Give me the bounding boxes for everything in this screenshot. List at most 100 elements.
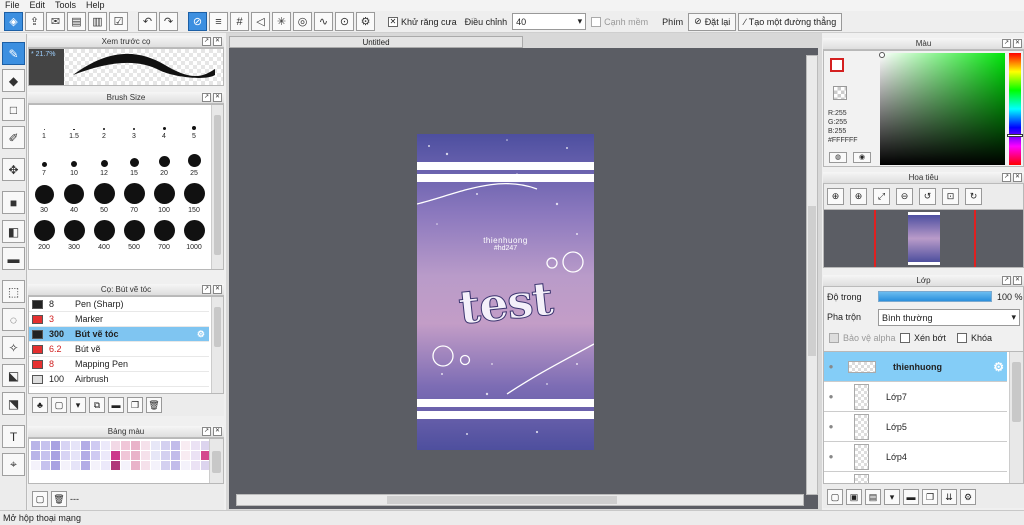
layer-visibility-icon[interactable]: ● — [824, 482, 838, 483]
palette-swatch[interactable] — [171, 451, 180, 460]
hue-slider[interactable] — [1009, 53, 1021, 165]
copy-brush-icon[interactable]: ⧉ — [89, 397, 105, 413]
text-tool-icon[interactable]: T — [2, 425, 25, 448]
gradient-tool-icon[interactable]: ▬ — [2, 247, 25, 270]
lasso-tool-icon[interactable]: ◌ — [2, 308, 25, 331]
brush-tool-icon[interactable]: ✎ — [2, 42, 25, 65]
brush-size-option[interactable]: 5 — [179, 105, 209, 142]
brush-size-option[interactable]: 400 — [89, 216, 119, 253]
canvas-vscrollbar[interactable] — [806, 55, 818, 495]
brush-size-option[interactable]: 30 — [29, 179, 59, 216]
palette-swatch[interactable] — [31, 451, 40, 460]
palette-swatch[interactable] — [51, 441, 60, 450]
detach-icon[interactable]: ↗ — [202, 285, 211, 294]
menu-edit[interactable]: Edit — [25, 0, 51, 11]
soft-edge-checkbox[interactable] — [591, 16, 602, 27]
blend-mode-dropdown[interactable]: Bình thường ▾ — [878, 309, 1020, 326]
layer-settings-icon[interactable]: ⚙ — [960, 489, 976, 505]
brush-list-item[interactable]: 6.2 Bút vẽ — [29, 342, 209, 357]
palette-swatch[interactable] — [71, 451, 80, 460]
color-mode-icon[interactable]: ◍ — [829, 152, 847, 163]
scroll-thumb[interactable] — [1012, 362, 1021, 422]
close-icon[interactable]: ✕ — [213, 285, 222, 294]
color-picker-icon[interactable]: ◉ — [853, 152, 871, 163]
brush-size-option[interactable]: 1.5 — [59, 105, 89, 142]
brush-size-option[interactable]: 300 — [59, 216, 89, 253]
duplicate-icon[interactable]: ❐ — [127, 397, 143, 413]
brush-size-option[interactable]: 50 — [89, 179, 119, 216]
palette-swatch[interactable] — [51, 461, 60, 470]
brush-list-item[interactable]: 8 Mapping Pen — [29, 357, 209, 372]
close-icon[interactable]: ✕ — [213, 427, 222, 436]
canvas-tool-icon[interactable]: ◈ — [4, 12, 23, 31]
pen-tool-icon[interactable]: ✐ — [2, 126, 25, 149]
brush-size-option[interactable]: 70 — [119, 179, 149, 216]
brush-size-option[interactable]: 150 — [179, 179, 209, 216]
navigator-preview[interactable] — [823, 209, 1024, 268]
brush-size-option[interactable]: 7 — [29, 142, 59, 179]
move-tool-icon[interactable]: ✥ — [2, 158, 25, 181]
palette-swatch[interactable] — [131, 461, 140, 470]
palette-scrollbar[interactable] — [209, 439, 223, 483]
palette-swatch[interactable] — [151, 451, 160, 460]
palette-swatch[interactable] — [141, 441, 150, 450]
menu-tools[interactable]: Tools — [50, 0, 81, 11]
palette-swatch[interactable] — [121, 461, 130, 470]
opacity-slider[interactable] — [878, 291, 992, 302]
straight-line-button[interactable]: ∕ Tạo một đường thẳng — [738, 12, 843, 31]
adjust-dropdown[interactable]: 40 ▾ — [512, 13, 587, 30]
palette-swatch[interactable] — [61, 441, 70, 450]
gear-icon[interactable]: ⚙ — [993, 360, 1004, 374]
close-icon[interactable]: ✕ — [1013, 276, 1022, 285]
close-icon[interactable]: ✕ — [1013, 39, 1022, 48]
palette-swatch[interactable] — [31, 441, 40, 450]
gear-icon[interactable]: ⚙ — [197, 329, 205, 340]
palette-swatches[interactable] — [29, 439, 223, 472]
brush-size-option[interactable]: 2 — [89, 105, 119, 142]
brush-size-option[interactable]: 12 — [89, 142, 119, 179]
brush-size-option[interactable]: 4 — [149, 105, 179, 142]
shape-tool-icon[interactable]: □ — [2, 98, 25, 121]
saturation-value-field[interactable] — [880, 53, 1005, 165]
brush-size-option[interactable]: 500 — [119, 216, 149, 253]
zoom-fit-icon[interactable]: ⊕ — [827, 188, 844, 205]
new-layer-icon[interactable]: ▢ — [827, 489, 843, 505]
transparent-swatch[interactable] — [833, 86, 847, 100]
layer-visibility-icon[interactable]: ● — [824, 392, 838, 401]
palette-swatch[interactable] — [41, 451, 50, 460]
brush-menu-icon[interactable]: ▾ — [70, 397, 86, 413]
reset-view-icon[interactable]: ⊡ — [942, 188, 959, 205]
snap-circle-icon[interactable]: ◎ — [293, 12, 312, 31]
layer-row[interactable]: ● Lớp4 — [824, 442, 1007, 472]
detach-icon[interactable]: ↗ — [1002, 173, 1011, 182]
select-pen-tool-icon[interactable]: ⬕ — [2, 364, 25, 387]
folder-icon[interactable]: ▬ — [108, 397, 124, 413]
message-icon[interactable]: ▤ — [67, 12, 86, 31]
palette-swatch[interactable] — [81, 461, 90, 470]
detach-icon[interactable]: ↗ — [1002, 39, 1011, 48]
brush-list-scrollbar[interactable] — [211, 297, 223, 393]
layer-row[interactable]: ● Lớp7 — [824, 382, 1007, 412]
palette-swatch[interactable] — [71, 461, 80, 470]
palette-swatch[interactable] — [181, 451, 190, 460]
layer-row[interactable]: ● Lớp5 — [824, 412, 1007, 442]
color-cursor[interactable] — [879, 52, 885, 58]
layer-list-scrollbar[interactable] — [1009, 352, 1023, 483]
palette-swatch[interactable] — [101, 441, 110, 450]
scroll-thumb[interactable] — [808, 206, 816, 356]
soft-edge-toggle[interactable]: Cạnh mềm — [588, 16, 651, 27]
eraser-tool-icon[interactable]: ◆ — [2, 69, 25, 92]
scroll-thumb[interactable] — [214, 115, 221, 255]
palette-swatch[interactable] — [101, 451, 110, 460]
snap-settings-icon[interactable]: ⚙ — [356, 12, 375, 31]
primary-color-swatch[interactable] — [830, 58, 844, 72]
clip-toggle[interactable]: Xén bớt — [900, 333, 946, 343]
canvas-hscrollbar[interactable] — [236, 494, 804, 506]
palette-swatch[interactable] — [171, 441, 180, 450]
palette-swatch[interactable] — [191, 441, 200, 450]
export-icon[interactable]: ⇪ — [25, 12, 44, 31]
new-palette-icon[interactable]: ▢ — [32, 491, 48, 507]
close-icon[interactable]: ✕ — [1013, 173, 1022, 182]
snap-ellipse-icon[interactable]: ⊙ — [335, 12, 354, 31]
eyedropper-tool-icon[interactable]: ⌖ — [2, 453, 25, 476]
